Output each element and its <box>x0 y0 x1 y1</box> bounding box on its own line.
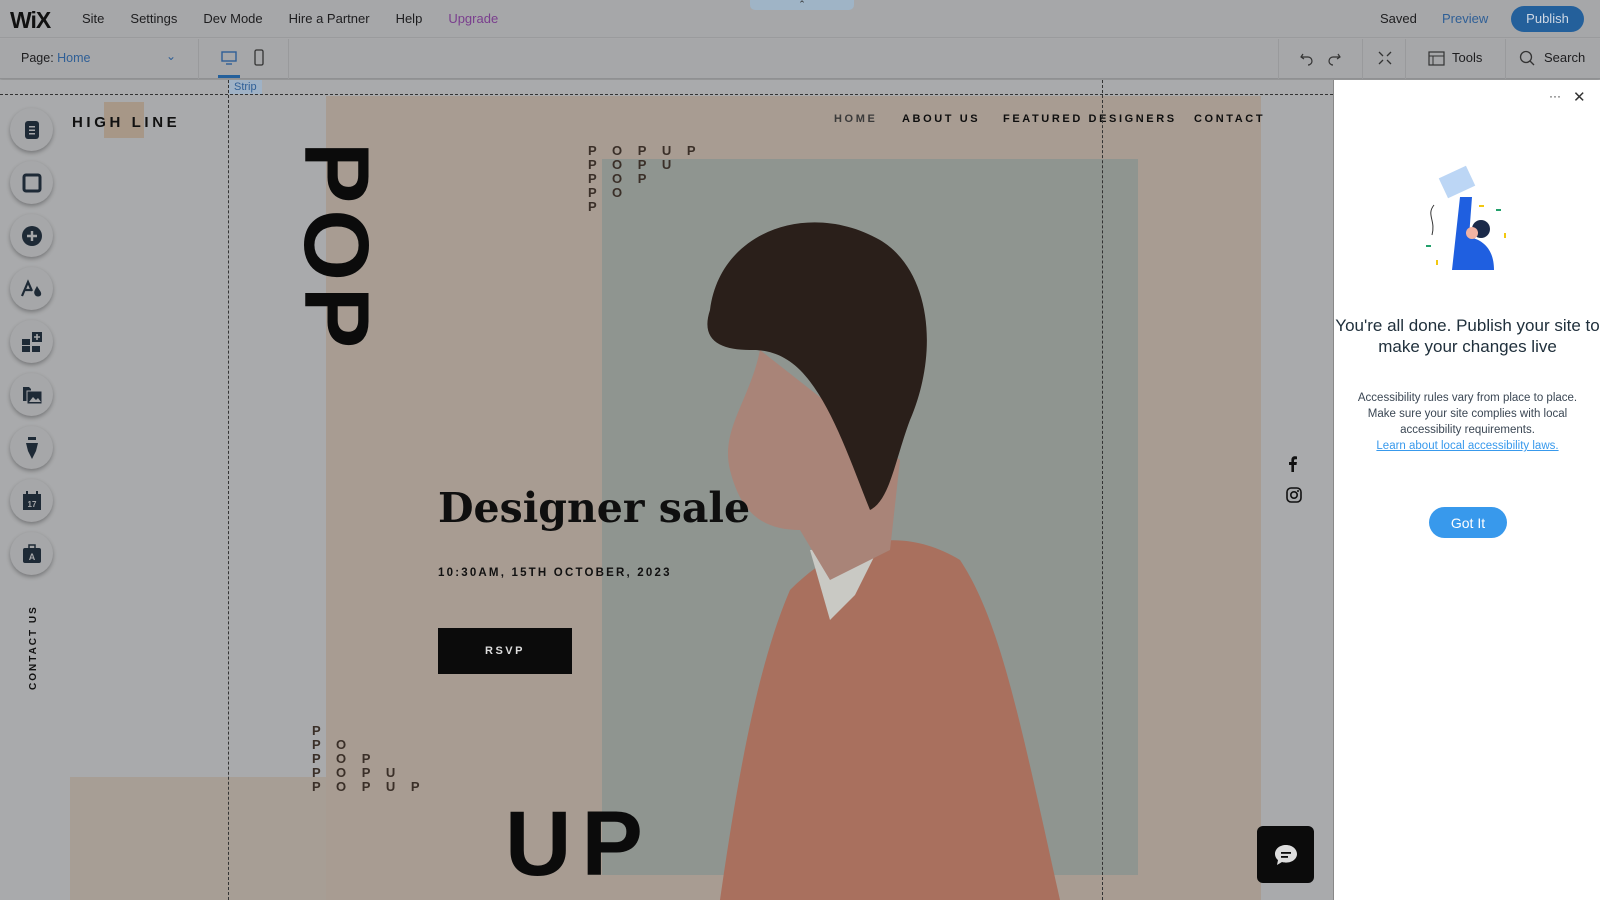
top-bar: WiX Site Settings Dev Mode Hire a Partne… <box>0 0 1600 38</box>
mobile-icon[interactable] <box>250 49 268 67</box>
decor-block <box>70 777 326 900</box>
chat-icon <box>1274 844 1297 865</box>
pages-button[interactable] <box>10 108 53 151</box>
panel-title: You're all done. Publish your site to ma… <box>1335 316 1600 356</box>
media-icon <box>22 386 42 404</box>
bookings-icon: 17 <box>22 490 41 510</box>
media-button[interactable] <box>10 373 53 416</box>
portfolio-button[interactable]: A <box>10 532 53 575</box>
svg-text:A: A <box>28 552 35 562</box>
pop-stack-bottom: P P O P O P P O P U P O P U P <box>312 723 426 794</box>
theme-button[interactable] <box>10 267 53 310</box>
publish-tip-panel: ··· ✕ You're all done. Publish your site… <box>1333 80 1600 900</box>
add-icon <box>21 225 42 246</box>
nav-home[interactable]: HOME <box>834 113 877 125</box>
pop-vertical-text: POP <box>285 142 387 355</box>
chat-button[interactable] <box>1257 826 1314 883</box>
menu-hire-partner[interactable]: Hire a Partner <box>289 11 370 26</box>
headline: Designer sale <box>438 484 751 532</box>
nav-contact[interactable]: CONTACT <box>1194 113 1265 125</box>
up-text: UP <box>505 793 653 895</box>
saved-status: Saved <box>1380 11 1417 26</box>
active-view-indicator <box>218 75 240 78</box>
model-photo <box>707 222 1060 900</box>
more-options-icon[interactable]: ··· <box>1549 89 1561 103</box>
pop-stack-top: P O P U P P O P U P O P P O P <box>588 143 702 214</box>
zoom-out-icon[interactable] <box>1377 50 1393 66</box>
grid-guide-left <box>228 80 229 900</box>
search-button[interactable]: Search <box>1544 50 1585 65</box>
tools-icon[interactable] <box>1428 50 1445 67</box>
desktop-icon[interactable] <box>220 49 238 67</box>
got-it-button[interactable]: Got It <box>1429 507 1507 538</box>
apps-icon <box>21 331 42 352</box>
collapse-handle[interactable]: ⌃ <box>750 0 854 10</box>
site-brand[interactable]: HIGH LINE <box>72 114 180 131</box>
page-value: Home <box>57 51 91 65</box>
pages-icon <box>24 120 39 139</box>
facebook-icon[interactable] <box>1286 456 1300 472</box>
strip-guide-top <box>0 94 1333 95</box>
menu-site[interactable]: Site <box>82 11 104 26</box>
instagram-icon[interactable] <box>1286 487 1302 503</box>
left-tool-panel: 17 A <box>10 108 53 585</box>
blog-icon <box>25 436 38 459</box>
section-button[interactable] <box>10 161 53 204</box>
main-menu: Site Settings Dev Mode Hire a Partner He… <box>82 11 524 26</box>
page-selector[interactable]: Page: Home <box>21 51 91 65</box>
chevron-down-icon[interactable]: ⌄ <box>166 49 176 63</box>
nav-featured-designers[interactable]: FEATURED DESIGNERS <box>1003 113 1177 125</box>
grid-guide-right <box>1102 80 1103 900</box>
publish-button[interactable]: Publish <box>1511 6 1584 32</box>
menu-help[interactable]: Help <box>396 11 423 26</box>
editor-canvas[interactable]: HIGH LINE HOME ABOUT US FEATURED DESIGNE… <box>0 80 1333 900</box>
accessibility-link[interactable]: Learn about local accessibility laws. <box>1354 438 1581 454</box>
add-button[interactable] <box>10 214 53 257</box>
page-label: Page: <box>21 51 54 65</box>
svg-text:17: 17 <box>27 500 36 509</box>
side-contact-text: CONTACT US <box>28 605 39 690</box>
bookings-button[interactable]: 17 <box>10 479 53 522</box>
menu-dev-mode[interactable]: Dev Mode <box>203 11 262 26</box>
editor-toolbar: Page: Home ⌄ Tools Search <box>0 39 1600 79</box>
redo-icon[interactable] <box>1326 50 1342 66</box>
close-icon[interactable]: ✕ <box>1573 88 1586 106</box>
theme-icon <box>20 278 41 296</box>
undo-icon[interactable] <box>1299 50 1315 66</box>
blog-button[interactable] <box>10 426 53 469</box>
tools-button[interactable]: Tools <box>1452 50 1482 65</box>
celebration-illustration <box>1426 165 1506 270</box>
nav-about-us[interactable]: ABOUT US <box>902 113 980 125</box>
menu-upgrade[interactable]: Upgrade <box>448 11 498 26</box>
wix-logo[interactable]: WiX <box>10 7 51 34</box>
rsvp-button[interactable]: RSVP <box>438 628 572 674</box>
panel-body: Accessibility rules vary from place to p… <box>1354 390 1581 454</box>
preview-button[interactable]: Preview <box>1442 11 1488 26</box>
panel-body-text: Accessibility rules vary from place to p… <box>1357 392 1578 436</box>
event-date: 10:30AM, 15TH OCTOBER, 2023 <box>438 567 672 579</box>
portfolio-icon: A <box>22 543 41 563</box>
section-icon <box>22 173 41 192</box>
strip-label: Strip <box>229 80 262 94</box>
apps-button[interactable] <box>10 320 53 363</box>
menu-settings[interactable]: Settings <box>130 11 177 26</box>
search-icon[interactable] <box>1519 50 1535 66</box>
